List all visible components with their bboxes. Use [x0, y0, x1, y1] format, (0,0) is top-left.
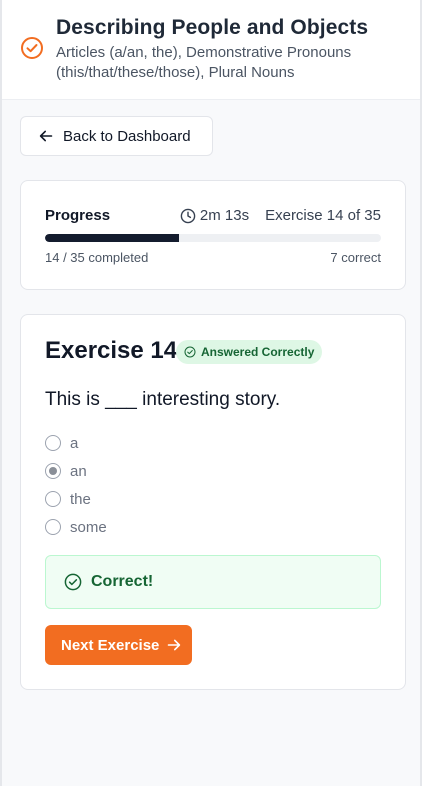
exercise-count: Exercise 14 of 35	[265, 207, 381, 224]
progress-meta: 2m 13s Exercise 14 of 35	[180, 207, 381, 224]
app-frame: Describing People and Objects Articles (…	[0, 0, 422, 786]
option-a[interactable]: a	[45, 429, 107, 457]
progress-card: Progress 2m 13s Exercise 14 of 35 14 / 3…	[20, 180, 406, 290]
feedback-text: Correct!	[91, 573, 154, 590]
next-button-label: Next Exercise	[61, 636, 160, 654]
status-badge-label: Answered Correctly	[201, 345, 315, 359]
back-to-dashboard-button[interactable]: Back to Dashboard	[20, 116, 213, 156]
check-circle-small-icon	[184, 346, 196, 358]
timer-value: 2m 13s	[199, 207, 250, 224]
progress-bar	[45, 234, 381, 242]
exercise-title: Exercise 14	[45, 337, 178, 364]
completed-count: 14 / 35 completed	[45, 250, 149, 265]
arrow-right-icon	[168, 639, 181, 651]
exercise-card: Exercise 14 Answered Correctly This is _…	[20, 314, 406, 690]
lesson-subtitle: Articles (a/an, the), Demonstrative Pron…	[56, 44, 352, 81]
option-some[interactable]: some	[45, 513, 107, 541]
option-label: a	[70, 434, 79, 452]
status-badge: Answered Correctly	[176, 340, 323, 364]
progress-bar-fill	[45, 234, 180, 242]
radio-option-the[interactable]	[45, 491, 61, 507]
option-label: the	[70, 490, 91, 508]
answer-options: a an the some	[45, 429, 107, 541]
progress-label: Progress	[45, 207, 111, 224]
radio-option-some[interactable]	[45, 519, 61, 535]
clock-icon	[180, 208, 196, 223]
next-exercise-button[interactable]: Next Exercise	[45, 625, 192, 665]
feedback-message: Correct!	[45, 555, 381, 609]
back-button-label: Back to Dashboard	[63, 127, 191, 145]
option-label: some	[70, 518, 107, 536]
option-an[interactable]: an	[45, 457, 107, 485]
option-label: an	[70, 462, 87, 480]
check-circle-icon	[21, 37, 43, 59]
question-text: This is ___ interesting story.	[45, 389, 281, 410]
radio-option-a[interactable]	[45, 435, 61, 451]
option-the[interactable]: the	[45, 485, 107, 513]
check-circle-feedback-icon	[64, 573, 82, 591]
arrow-left-icon	[39, 130, 53, 142]
radio-option-an[interactable]	[45, 463, 61, 479]
correct-count: 7 correct	[330, 250, 381, 265]
lesson-title: Describing People and Objects	[56, 16, 369, 39]
lesson-header: Describing People and Objects Articles (…	[2, 0, 420, 100]
